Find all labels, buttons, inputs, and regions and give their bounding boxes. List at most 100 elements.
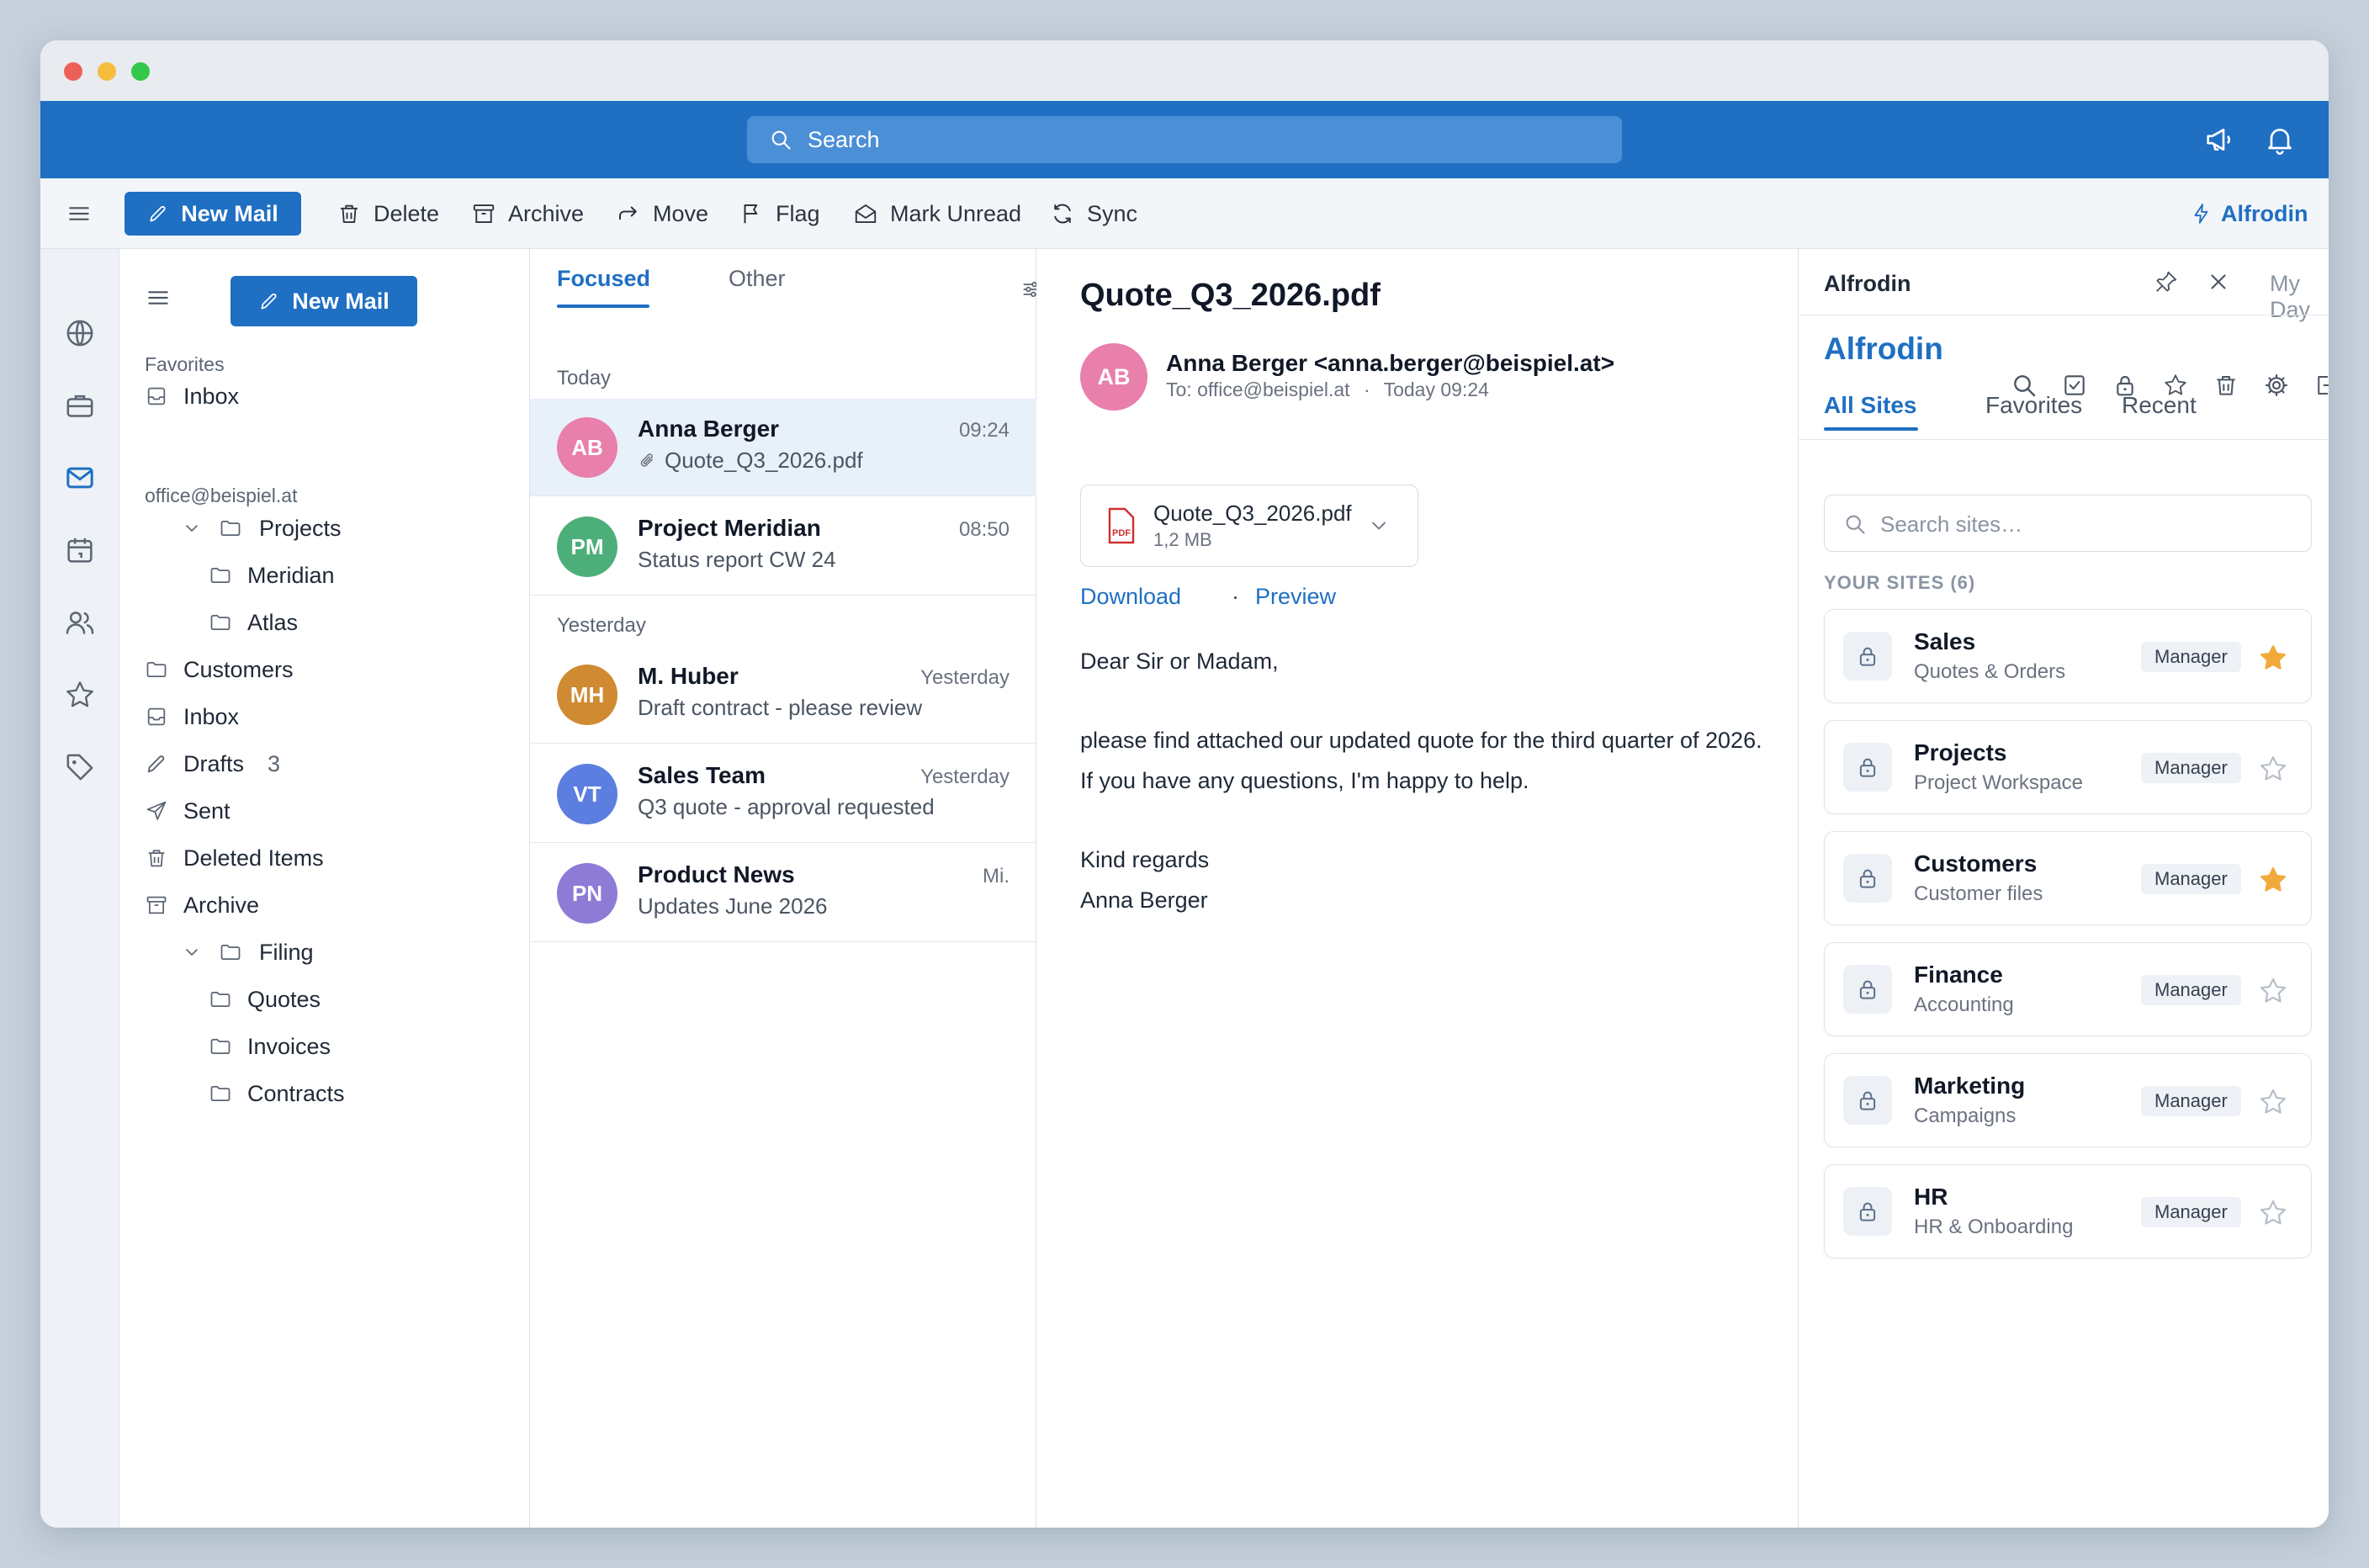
list-item[interactable]: PM Project Meridian Status report CW 24 08:… xyxy=(530,498,1036,596)
site-card[interactable]: Sales Quotes & Orders Manager xyxy=(1824,609,2312,703)
folder-invoices[interactable]: Invoices xyxy=(209,1025,331,1067)
site-lock-badge xyxy=(1843,854,1892,903)
folder-icon xyxy=(209,988,232,1011)
tab-focused[interactable]: Focused xyxy=(557,266,650,292)
attachment-card[interactable]: PDF Quote_Q3_2026.pdf 1,2 MB xyxy=(1080,485,1418,567)
message-subject: Status report CW 24 xyxy=(638,547,836,573)
inbox-icon xyxy=(145,384,168,408)
list-item[interactable]: PN Product News Updates June 2026 Mi. xyxy=(530,845,1036,942)
star-outline-icon[interactable] xyxy=(2257,975,2289,1007)
mark-unread-button[interactable]: Mark Unread xyxy=(853,178,1021,249)
star-icon[interactable] xyxy=(63,678,97,712)
list-item[interactable]: VT Sales Team Q3 quote - approval requeste… xyxy=(530,745,1036,843)
sign-out-icon[interactable] xyxy=(2313,372,2329,399)
message-time: 09:24 xyxy=(958,419,1010,442)
search-box[interactable]: Search xyxy=(747,116,1622,163)
pin-icon[interactable] xyxy=(2154,269,2179,294)
star-outline-icon[interactable] xyxy=(2257,1197,2289,1229)
bell-icon[interactable] xyxy=(2263,123,2297,156)
search-placeholder: Search xyxy=(808,127,880,152)
alfrodin-addin-button[interactable]: Alfrodin xyxy=(2191,178,2308,249)
collapse-pane-icon[interactable] xyxy=(145,284,172,311)
globe-icon[interactable] xyxy=(63,316,97,350)
site-card[interactable]: Customers Customer files Manager xyxy=(1824,831,2312,925)
folder-icon xyxy=(209,1035,232,1058)
message-time: 08:50 xyxy=(958,518,1010,541)
megaphone-icon[interactable] xyxy=(2202,123,2236,156)
close-icon[interactable] xyxy=(2206,269,2231,294)
list-item[interactable]: AB Anna Berger Quote_Q3_2026.pdf 09:24 xyxy=(530,399,1036,496)
hamburger-menu-icon[interactable] xyxy=(66,200,93,227)
alfrodin-panel: Alfrodin My Day Alfrodin All Sites Favor… xyxy=(1799,249,2329,1528)
folder-projects[interactable]: Projects xyxy=(182,507,342,549)
star-filled-icon[interactable] xyxy=(2257,864,2289,896)
message-subject-text: Updates June 2026 xyxy=(638,893,828,919)
trash-icon[interactable] xyxy=(2213,372,2239,399)
sender-address[interactable]: Anna Berger <anna.berger@beispiel.at> xyxy=(1166,350,1614,377)
briefcase-icon[interactable] xyxy=(63,389,97,422)
calendar-icon[interactable] xyxy=(63,533,97,567)
folder-filing[interactable]: Filing xyxy=(182,931,314,973)
lock-icon xyxy=(1855,1088,1880,1113)
site-card[interactable]: HR HR & Onboarding Manager xyxy=(1824,1164,2312,1258)
folder-drafts[interactable]: Drafts 3 xyxy=(145,743,280,785)
favorites-inbox[interactable]: Inbox xyxy=(145,375,239,417)
star-filled-icon[interactable] xyxy=(2257,642,2289,674)
folder-atlas[interactable]: Atlas xyxy=(209,601,298,644)
chevron-down-icon[interactable] xyxy=(1367,514,1391,538)
role-badge: Manager xyxy=(2141,1197,2241,1227)
star-outline-icon[interactable] xyxy=(2257,753,2289,785)
folder-quotes-label: Quotes xyxy=(247,986,321,1012)
delete-button[interactable]: Delete xyxy=(337,178,439,249)
download-link[interactable]: Download xyxy=(1080,584,1181,610)
site-lock-badge xyxy=(1843,632,1892,681)
sync-button[interactable]: Sync xyxy=(1050,178,1137,249)
move-button[interactable]: Move xyxy=(616,178,708,249)
archive-button[interactable]: Archive xyxy=(471,178,584,249)
pane-new-mail-button[interactable]: New Mail xyxy=(231,276,417,326)
attachment-size: 1,2 MB xyxy=(1153,529,1212,550)
folder-meridian[interactable]: Meridian xyxy=(209,554,335,596)
message-sender: Project Meridian xyxy=(638,515,821,541)
folder-inbox[interactable]: Inbox xyxy=(145,696,239,738)
close-window-button[interactable] xyxy=(64,62,82,81)
tag-icon[interactable] xyxy=(63,750,97,784)
site-card[interactable]: Marketing Campaigns Manager xyxy=(1824,1053,2312,1147)
site-description: Quotes & Orders xyxy=(1914,660,2066,683)
folder-quotes[interactable]: Quotes xyxy=(209,978,321,1020)
group-yesterday-label: Yesterday xyxy=(557,614,646,637)
people-icon[interactable] xyxy=(63,606,97,639)
move-label: Move xyxy=(653,200,709,226)
folder-sent[interactable]: Sent xyxy=(145,790,231,832)
gear-icon[interactable] xyxy=(2263,372,2290,399)
flag-button[interactable]: Flag xyxy=(739,178,820,249)
reading-pane: Quote_Q3_2026.pdf AB Anna Berger <anna.b… xyxy=(1036,249,1799,1528)
folder-archive[interactable]: Archive xyxy=(145,884,259,926)
preview-link[interactable]: Preview xyxy=(1255,584,1336,610)
tab-favorites[interactable]: Favorites xyxy=(1985,392,2082,419)
site-card[interactable]: Projects Project Workspace Manager xyxy=(1824,720,2312,814)
maximize-window-button[interactable] xyxy=(131,62,150,81)
paperclip-icon xyxy=(640,453,653,467)
tab-other[interactable]: Other xyxy=(729,266,786,292)
minimize-window-button[interactable] xyxy=(98,62,116,81)
star-outline-icon[interactable] xyxy=(2257,1086,2289,1118)
folder-customers[interactable]: Customers xyxy=(145,649,294,691)
tab-all-sites[interactable]: All Sites xyxy=(1824,392,1916,419)
new-mail-button[interactable]: New Mail xyxy=(125,192,301,236)
avatar: MH xyxy=(557,665,617,725)
mail-icon[interactable] xyxy=(63,461,97,495)
inbox-icon xyxy=(145,705,168,728)
chevron-down-icon[interactable] xyxy=(182,942,202,962)
tab-recent[interactable]: Recent xyxy=(2122,392,2197,419)
chevron-down-icon[interactable] xyxy=(182,518,202,538)
folder-deleted-items[interactable]: Deleted Items xyxy=(145,837,324,879)
list-item[interactable]: MH M. Huber Draft contract - please review… xyxy=(530,646,1036,744)
pencil-icon xyxy=(145,752,168,776)
site-card[interactable]: Finance Accounting Manager xyxy=(1824,942,2312,1036)
folder-invoices-label: Invoices xyxy=(247,1033,331,1059)
sites-search-input[interactable]: Search sites… xyxy=(1824,495,2312,552)
sender-avatar[interactable]: AB xyxy=(1080,343,1147,411)
sync-label: Sync xyxy=(1087,200,1138,226)
folder-contracts[interactable]: Contracts xyxy=(209,1073,345,1115)
